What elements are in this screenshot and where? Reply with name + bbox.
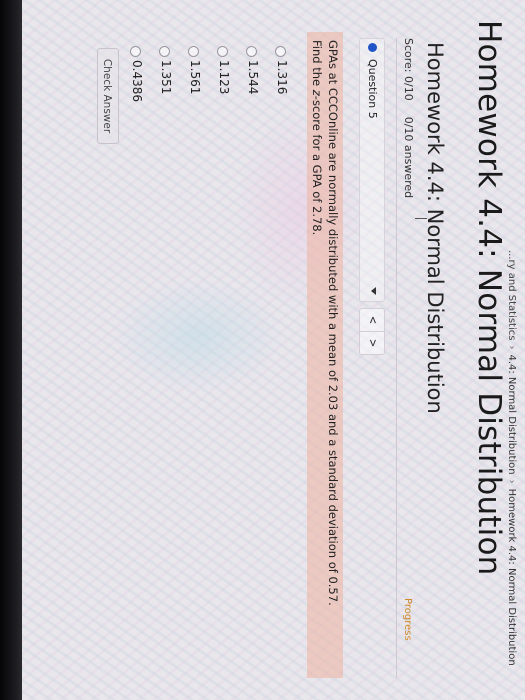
radio-button[interactable]	[159, 46, 170, 57]
next-question-button[interactable]: >	[359, 331, 385, 355]
breadcrumb-item-course[interactable]: ...ry and Statistics	[506, 250, 517, 340]
radio-button[interactable]	[246, 46, 257, 57]
breadcrumb-separator: ›	[506, 345, 517, 350]
radio-button[interactable]	[188, 46, 199, 57]
monitor-bezel	[0, 0, 22, 700]
breadcrumb: ...ry and Statistics › 4.4: Normal Distrib…	[506, 250, 517, 666]
radio-button[interactable]	[130, 46, 141, 57]
breadcrumb-item-section[interactable]: 4.4: Normal Distribution	[506, 354, 517, 474]
rotated-page: ...ry and Statistics › 4.4: Normal Distrib…	[22, 0, 525, 700]
score-line: Score: 0/10 0/10 answered	[402, 38, 415, 198]
question-navigator: Question 5 < >	[359, 38, 385, 368]
chevron-down-icon	[371, 287, 376, 295]
radio-button[interactable]	[275, 46, 286, 57]
question-text-suffix: -score for a GPA of 2.78.	[310, 95, 324, 236]
question-prompt: GPAs at CCCOnline are normally distribut…	[307, 32, 343, 678]
answer-option-label: 1.316	[275, 60, 289, 95]
question-select[interactable]: Question 5	[359, 38, 385, 302]
text-cursor-icon	[415, 218, 427, 219]
breadcrumb-separator: ›	[506, 479, 517, 484]
question-text-line2: Find the z-score for a GPA of 2.78.	[310, 40, 324, 235]
screen: ...ry and Statistics › 4.4: Normal Distrib…	[22, 0, 525, 700]
question-text-line1: GPAs at CCCOnline are normally distribut…	[326, 40, 340, 606]
progress-label: Progress	[402, 598, 413, 641]
radio-button[interactable]	[217, 46, 228, 57]
breadcrumb-item-homework[interactable]: Homework 4.4: Normal Distribution	[506, 489, 517, 666]
question-label: Question 5	[366, 59, 379, 119]
answer-option-label: 0.4386	[130, 60, 144, 102]
answer-option-label: 1.123	[217, 60, 231, 95]
page-title: Homework 4.4: Normal Distribution	[471, 20, 507, 576]
answer-option-label: 1.351	[159, 60, 173, 95]
previous-question-button[interactable]: <	[359, 308, 385, 332]
answered-count: 0/10 answered	[402, 116, 415, 199]
current-question-dot-icon	[368, 43, 377, 52]
score-value: Score: 0/10	[402, 38, 415, 101]
answer-option-label: 1.561	[188, 60, 202, 95]
answer-option-label: 1.544	[246, 60, 260, 95]
check-answer-button[interactable]: Check Answer	[97, 48, 119, 144]
assignment-title: Homework 4.4: Normal Distribution	[423, 42, 447, 414]
divider	[396, 38, 397, 678]
question-text-prefix: Find the	[310, 40, 324, 90]
